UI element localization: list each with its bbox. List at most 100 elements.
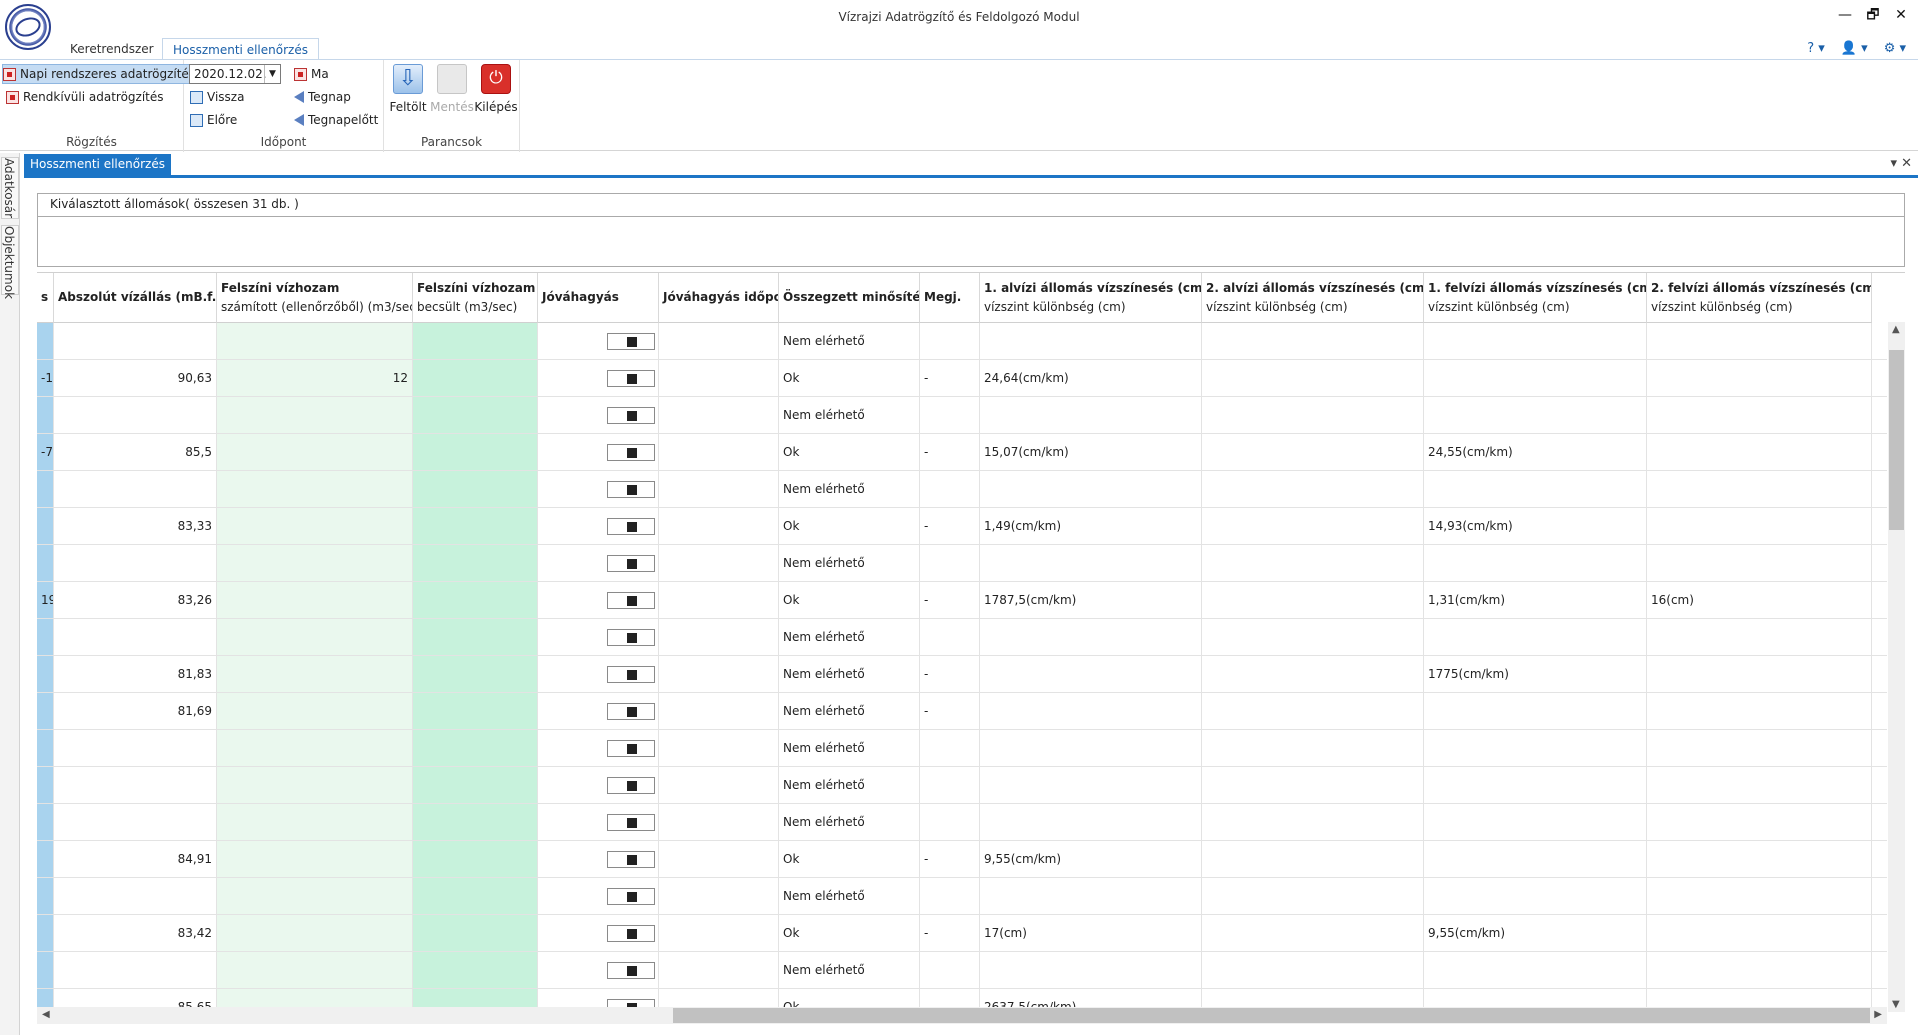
s-cell[interactable] — [37, 841, 54, 878]
approval-checkbox[interactable] — [607, 851, 655, 868]
alvizi-2-cell[interactable] — [1202, 841, 1424, 878]
alvizi-2-cell[interactable] — [1202, 730, 1424, 767]
felvizi-1-cell[interactable]: 24,55(cm/km) — [1424, 434, 1647, 471]
abs-vizallas-cell[interactable]: 85,5 — [54, 434, 217, 471]
alvizi-2-cell[interactable] — [1202, 434, 1424, 471]
felvizi-1-cell[interactable]: 9,55(cm/km) — [1424, 915, 1647, 952]
minosites-cell[interactable]: Nem elérhető — [779, 471, 920, 508]
q-becsult-cell[interactable] — [413, 656, 538, 693]
approval-checkbox[interactable] — [607, 629, 655, 646]
felvizi-1-cell[interactable]: 14,93(cm/km) — [1424, 508, 1647, 545]
jovahagyas-idopont-cell[interactable] — [659, 878, 779, 915]
jovahagyas-idopont-cell[interactable] — [659, 841, 779, 878]
jovahagyas-idopont-cell[interactable] — [659, 915, 779, 952]
alvizi-1-cell[interactable] — [980, 878, 1202, 915]
jovahagyas-idopont-cell[interactable] — [659, 804, 779, 841]
s-cell[interactable]: -76 — [37, 434, 54, 471]
abs-vizallas-cell[interactable]: 83,33 — [54, 508, 217, 545]
table-row[interactable]: 83,42 Ok -17(cm) 9,55(cm/km) — [37, 915, 1887, 952]
jovahagyas-idopont-cell[interactable] — [659, 730, 779, 767]
jovahagyas-idopont-cell[interactable] — [659, 323, 779, 360]
alvizi-2-cell[interactable] — [1202, 360, 1424, 397]
minosites-cell[interactable]: Nem elérhető — [779, 952, 920, 989]
q-szamitott-cell[interactable] — [217, 730, 413, 767]
jovahagyas-idopont-cell[interactable] — [659, 397, 779, 434]
alvizi-2-cell[interactable] — [1202, 804, 1424, 841]
alvizi-1-cell[interactable] — [980, 656, 1202, 693]
alvizi-1-cell[interactable] — [980, 471, 1202, 508]
q-szamitott-cell[interactable] — [217, 804, 413, 841]
restore-button[interactable]: 🗗 — [1862, 5, 1884, 25]
alvizi-1-cell[interactable] — [980, 323, 1202, 360]
megj-cell[interactable]: - — [920, 915, 980, 952]
s-cell[interactable] — [37, 323, 54, 360]
horizontal-scrollbar[interactable]: ◀ ▶ — [37, 1007, 1887, 1024]
abs-vizallas-cell[interactable] — [54, 471, 217, 508]
minosites-cell[interactable]: Nem elérhető — [779, 693, 920, 730]
felvizi-1-cell[interactable] — [1424, 619, 1647, 656]
table-row[interactable]: Nem elérhető — [37, 878, 1887, 915]
mentes-button[interactable]: Mentés — [430, 64, 474, 114]
q-szamitott-cell[interactable] — [217, 545, 413, 582]
alvizi-2-cell[interactable] — [1202, 508, 1424, 545]
megj-cell[interactable] — [920, 323, 980, 360]
q-becsult-cell[interactable] — [413, 545, 538, 582]
felvizi-2-cell[interactable] — [1647, 619, 1872, 656]
alvizi-1-cell[interactable] — [980, 693, 1202, 730]
felvizi-1-cell[interactable] — [1424, 804, 1647, 841]
felvizi-1-cell[interactable] — [1424, 693, 1647, 730]
ma-button[interactable]: Ma — [294, 64, 329, 84]
felvizi-2-cell[interactable] — [1647, 360, 1872, 397]
column-header[interactable]: Felszíni vízhozam számított (ellenőrzőből… — [217, 273, 413, 323]
felvizi-1-cell[interactable]: 1775(cm/km) — [1424, 656, 1647, 693]
column-header[interactable]: Felszíni vízhozam becsült (m3/sec) — [413, 273, 538, 323]
felvizi-2-cell[interactable] — [1647, 471, 1872, 508]
minosites-cell[interactable]: Ok — [779, 508, 920, 545]
felvizi-1-cell[interactable] — [1424, 397, 1647, 434]
jovahagyas-idopont-cell[interactable] — [659, 656, 779, 693]
column-header[interactable]: 1. felvízi állomás vízszínesés (cm/km)/ v… — [1424, 273, 1647, 323]
alvizi-1-cell[interactable] — [980, 767, 1202, 804]
scroll-up-icon[interactable]: ▲ — [1892, 324, 1900, 335]
q-becsult-cell[interactable] — [413, 397, 538, 434]
jovahagyas-idopont-cell[interactable] — [659, 619, 779, 656]
s-cell[interactable] — [37, 767, 54, 804]
s-cell[interactable] — [37, 619, 54, 656]
alvizi-2-cell[interactable] — [1202, 323, 1424, 360]
s-cell[interactable] — [37, 730, 54, 767]
approval-checkbox[interactable] — [607, 333, 655, 350]
abs-vizallas-cell[interactable] — [54, 952, 217, 989]
q-szamitott-cell[interactable] — [217, 323, 413, 360]
s-cell[interactable] — [37, 915, 54, 952]
s-cell[interactable] — [37, 952, 54, 989]
approval-checkbox[interactable] — [607, 962, 655, 979]
approval-checkbox[interactable] — [607, 518, 655, 535]
abs-vizallas-cell[interactable] — [54, 545, 217, 582]
q-szamitott-cell[interactable] — [217, 471, 413, 508]
help-icon[interactable]: ? ▾ — [1807, 41, 1825, 56]
alvizi-1-cell[interactable] — [980, 952, 1202, 989]
s-cell[interactable] — [37, 545, 54, 582]
jovahagyas-idopont-cell[interactable] — [659, 545, 779, 582]
felvizi-1-cell[interactable] — [1424, 841, 1647, 878]
felvizi-2-cell[interactable] — [1647, 878, 1872, 915]
q-szamitott-cell[interactable] — [217, 952, 413, 989]
alvizi-1-cell[interactable]: 1,49(cm/km) — [980, 508, 1202, 545]
q-becsult-cell[interactable] — [413, 952, 538, 989]
abs-vizallas-cell[interactable]: 83,26 — [54, 582, 217, 619]
jovahagyas-idopont-cell[interactable] — [659, 582, 779, 619]
megj-cell[interactable]: - — [920, 582, 980, 619]
column-header[interactable]: Jóváhagyás — [538, 273, 659, 323]
q-szamitott-cell[interactable] — [217, 693, 413, 730]
minimize-button[interactable]: — — [1834, 5, 1856, 25]
q-szamitott-cell[interactable] — [217, 619, 413, 656]
minosites-cell[interactable]: Nem elérhető — [779, 397, 920, 434]
q-becsult-cell[interactable] — [413, 323, 538, 360]
felvizi-1-cell[interactable] — [1424, 471, 1647, 508]
minosites-cell[interactable]: Nem elérhető — [779, 878, 920, 915]
q-szamitott-cell[interactable] — [217, 656, 413, 693]
table-row[interactable]: Nem elérhető — [37, 397, 1887, 434]
abs-vizallas-cell[interactable] — [54, 730, 217, 767]
alvizi-1-cell[interactable] — [980, 397, 1202, 434]
s-cell[interactable] — [37, 804, 54, 841]
